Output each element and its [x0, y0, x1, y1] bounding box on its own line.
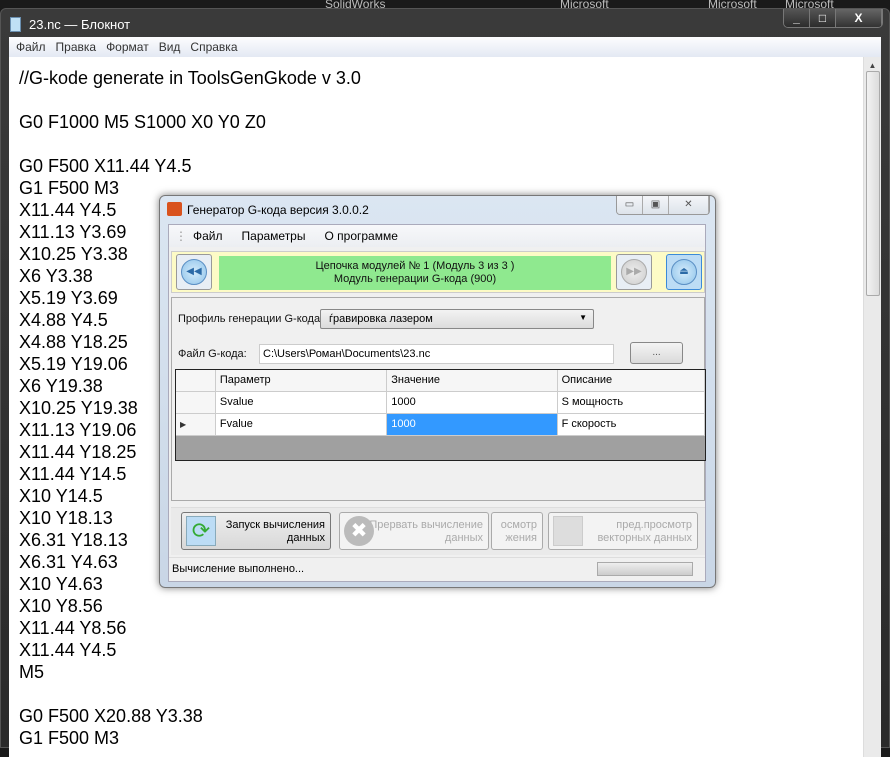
grip-icon: ⋮: [175, 229, 187, 243]
module-chain-bar: ◀◀ Цепочка модулей № 1 (Модуль 3 из 3 ) …: [171, 251, 705, 293]
gcode-generator-dialog: Генератор G-кода версия 3.0.0.2 ▭ ▣ ✕ ⋮ …: [159, 195, 716, 588]
menu-file[interactable]: Файл: [193, 229, 223, 243]
module-line: Модуль генерации G-кода (900): [333, 273, 497, 285]
next-module-button[interactable]: ▶▶: [616, 254, 652, 290]
chevron-down-icon: ▼: [579, 313, 587, 322]
profile-value: ѓравировка лазером: [329, 313, 433, 325]
button-label: осмотр: [500, 519, 537, 531]
menu-edit[interactable]: Правка: [51, 37, 102, 57]
column-header[interactable]: Значение: [387, 370, 558, 391]
grid-header: Параметр Значение Описание: [176, 370, 705, 392]
cell-selected[interactable]: 1000: [387, 414, 558, 435]
eject-icon: ⏏: [671, 259, 697, 285]
rewind-icon: ◀◀: [181, 259, 207, 285]
row-pointer-icon: ▶: [176, 414, 216, 435]
dialog-menu-bar: ⋮ Файл Параметры О программе: [169, 225, 705, 247]
preview-vector-button[interactable]: пред.просмотр векторных данных: [548, 512, 698, 550]
cell[interactable]: F скорость: [558, 414, 705, 435]
minimize-button[interactable]: _: [784, 9, 810, 27]
maximize-button[interactable]: □: [810, 9, 836, 27]
status-bar: Вычисление выполнено...: [169, 557, 705, 581]
profile-select[interactable]: ѓравировка лазером ▼: [320, 309, 594, 329]
table-row[interactable]: ▶ Fvalue 1000 F скорость: [176, 414, 705, 436]
stop-button[interactable]: ✖ Прервать вычисление данных: [339, 512, 489, 550]
progress-bar: [597, 562, 693, 576]
vector-preview-icon: [553, 516, 583, 546]
close-button[interactable]: X: [836, 9, 882, 27]
parameters-grid: Параметр Значение Описание Svalue 1000 S…: [175, 369, 706, 461]
cell[interactable]: Fvalue: [216, 414, 388, 435]
file-path-input[interactable]: C:\Users\Роман\Documents\23.nc: [259, 344, 614, 364]
chain-line: Цепочка модулей № 1 (Модуль 3 из 3 ): [315, 260, 515, 272]
toolbar: ⟳ Запуск вычисления данных ✖ Прервать выч…: [171, 507, 705, 555]
menu-format[interactable]: Формат: [101, 37, 154, 57]
notepad-icon: [10, 17, 21, 32]
chain-info: Цепочка модулей № 1 (Модуль 3 из 3 ) Мод…: [219, 256, 611, 290]
maximize-button[interactable]: ▣: [643, 196, 669, 214]
minimize-button[interactable]: ▭: [617, 196, 643, 214]
refresh-icon: ⟳: [186, 516, 216, 546]
app-icon: [167, 202, 182, 216]
previous-module-button[interactable]: ◀◀: [176, 254, 212, 290]
menu-parameters[interactable]: Параметры: [242, 229, 306, 243]
cancel-icon: ✖: [344, 516, 374, 546]
window-controls: _ □ X: [783, 9, 883, 28]
menu-file[interactable]: Файл: [11, 37, 51, 57]
scrollbar-thumb[interactable]: [866, 71, 880, 296]
button-label: жения: [505, 532, 537, 544]
table-row[interactable]: Svalue 1000 S мощность: [176, 392, 705, 414]
settings-panel: Профиль генерации G-кода: ѓравировка лаз…: [171, 297, 706, 501]
dialog-title: Генератор G-кода версия 3.0.0.2: [187, 203, 369, 217]
fast-forward-icon: ▶▶: [621, 259, 647, 285]
window-title: 23.nc — Блокнот: [29, 17, 131, 32]
browse-button[interactable]: ...: [630, 342, 683, 364]
cell[interactable]: Svalue: [216, 392, 388, 413]
eject-button[interactable]: ⏏: [666, 254, 702, 290]
column-header[interactable]: Параметр: [216, 370, 388, 391]
file-label: Файл G-кода:: [178, 348, 247, 360]
close-button[interactable]: ✕: [669, 196, 709, 214]
menu-help[interactable]: Справка: [185, 37, 242, 57]
menu-about[interactable]: О программе: [324, 229, 397, 243]
column-header[interactable]: Описание: [558, 370, 705, 391]
preview-image-button[interactable]: осмотр жения: [491, 512, 543, 550]
cell[interactable]: 1000: [387, 392, 558, 413]
status-text: Вычисление выполнено...: [172, 563, 305, 575]
profile-label: Профиль генерации G-кода:: [178, 313, 324, 325]
menu-view[interactable]: Вид: [154, 37, 186, 57]
run-button[interactable]: ⟳ Запуск вычисления данных: [181, 512, 331, 550]
vertical-scrollbar[interactable]: ▲: [863, 57, 881, 757]
menu-bar: Файл Правка Формат Вид Справка: [9, 37, 881, 57]
cell[interactable]: S мощность: [558, 392, 705, 413]
